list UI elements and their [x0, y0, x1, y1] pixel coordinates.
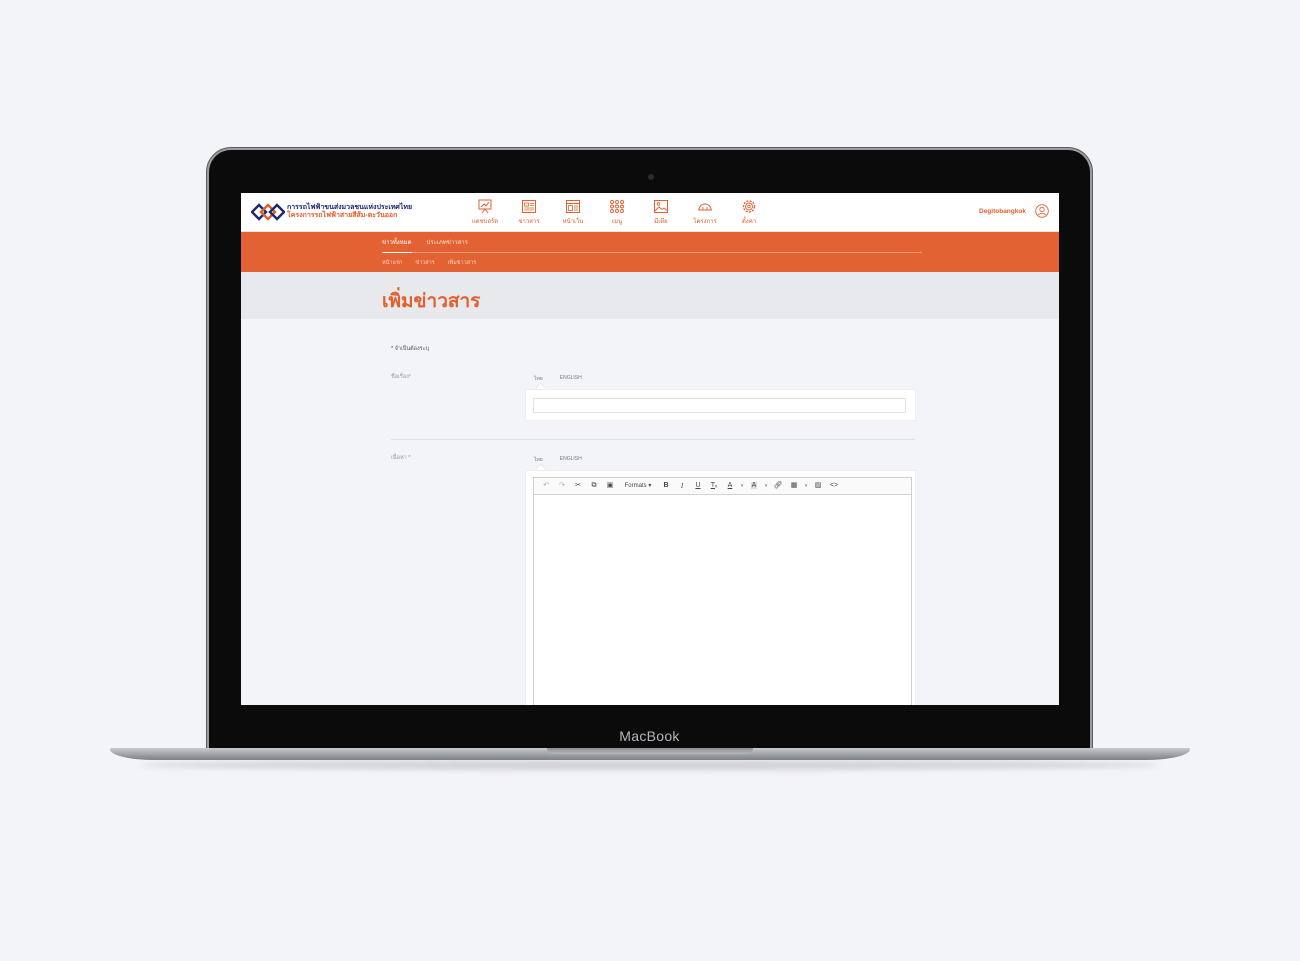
table-icon[interactable]: ▦: [786, 478, 802, 494]
nav-item-project[interactable]: โครงการ: [683, 199, 727, 229]
chevron-down-icon[interactable]: ▾: [802, 478, 810, 494]
webpage-icon: [566, 200, 580, 213]
breadcrumb-home[interactable]: หน้าแรก: [382, 259, 402, 267]
tab-news-category[interactable]: ประเภทข่าวสาร: [427, 237, 468, 253]
breadcrumb-current: เพิ่มข่าวสาร: [447, 260, 477, 266]
laptop-base: [110, 748, 1190, 760]
image-icon[interactable]: ▨: [810, 478, 826, 494]
tab-lang-thai[interactable]: ไทย: [534, 456, 543, 464]
news-icon: [522, 200, 536, 213]
formats-label: Formats: [624, 483, 647, 489]
org-name: การรถไฟฟ้าขนส่งมวลชนแห่งประเทศไทย โครงกา…: [287, 204, 412, 220]
org-name-line1: การรถไฟฟ้าขนส่งมวลชนแห่งประเทศไทย: [287, 204, 413, 211]
copy-icon[interactable]: ⧉: [586, 478, 602, 494]
undo-icon[interactable]: ↶: [538, 478, 554, 494]
underline-icon[interactable]: U: [690, 478, 706, 494]
title-label: ชื่อเรื่อง*: [391, 374, 411, 380]
logo-icon[interactable]: [251, 203, 285, 221]
italic-icon[interactable]: I: [674, 478, 690, 494]
nav-label: แดชบอร์ด: [471, 219, 499, 225]
background-color-icon[interactable]: A: [746, 478, 762, 494]
user-avatar-icon[interactable]: [1035, 204, 1049, 218]
content-panel: ↶ ↷ ✂ ⧉ ▣ Formats ▾ B I U Tₓ A ▾ A ▾ 🔗︎ …: [525, 470, 916, 705]
project-icon: [698, 203, 712, 211]
editor-toolbar: ↶ ↷ ✂ ⧉ ▣ Formats ▾ B I U Tₓ A ▾ A ▾ 🔗︎ …: [534, 478, 911, 495]
screen: การรถไฟฟ้าขนส่งมวลชนแห่งประเทศไทย โครงกา…: [241, 193, 1059, 705]
user-name[interactable]: Degitobangkok: [979, 208, 1026, 215]
sub-header: ข่าวทั้งหมด ประเภทข่าวสาร หน้าแรก ข่าวสา…: [241, 232, 1059, 272]
sub-header-divider: [382, 252, 922, 253]
nav-item-settings[interactable]: ตั้งค่า: [727, 199, 771, 229]
camera: [648, 174, 654, 180]
link-icon[interactable]: 🔗︎: [770, 478, 786, 494]
menu-grid-icon: [610, 200, 624, 213]
nav-item-news[interactable]: ข่าวสาร: [507, 199, 551, 229]
title-input[interactable]: [533, 398, 906, 413]
content-lang-tabs: ไทย ENGLISH: [534, 456, 599, 464]
breadcrumb-news[interactable]: ข่าวสาร: [415, 259, 434, 267]
chevron-down-icon[interactable]: ▾: [738, 478, 746, 494]
main-nav: แดชบอร์ด ข่าวสาร หน้าเว็บ เมนู มีเดีย โค…: [463, 199, 771, 229]
nav-label: มีเดีย: [654, 219, 668, 225]
settings-icon: [742, 200, 756, 213]
tab-lang-english[interactable]: ENGLISH: [560, 456, 582, 464]
text-color-icon[interactable]: A: [722, 478, 738, 494]
editor-body[interactable]: [534, 495, 911, 705]
top-bar: การรถไฟฟ้าขนส่งมวลชนแห่งประเทศไทย โครงกา…: [241, 193, 1059, 232]
sub-tabs: ข่าวทั้งหมด ประเภทข่าวสาร: [382, 237, 483, 253]
media-icon: [654, 200, 668, 213]
nav-label: โครงการ: [693, 219, 717, 225]
title-band: เพิ่มข่าวสาร: [241, 272, 1059, 319]
nav-item-menu[interactable]: เมนู: [595, 199, 639, 229]
rich-text-editor: ↶ ↷ ✂ ⧉ ▣ Formats ▾ B I U Tₓ A ▾ A ▾ 🔗︎ …: [533, 477, 912, 705]
nav-label: ตั้งค่า: [741, 219, 757, 225]
content-label: เนื้อหา *: [391, 455, 411, 461]
source-code-icon[interactable]: <>: [826, 478, 842, 494]
laptop-shadow: [140, 760, 1160, 770]
laptop-notch: [547, 748, 753, 754]
tab-lang-english[interactable]: ENGLISH: [560, 375, 582, 383]
formats-dropdown[interactable]: Formats ▾: [618, 478, 658, 494]
page-title: เพิ่มข่าวสาร: [382, 291, 481, 312]
section-divider: [391, 439, 915, 440]
chevron-down-icon[interactable]: ▾: [762, 478, 770, 494]
clear-format-icon[interactable]: Tₓ: [706, 478, 722, 494]
breadcrumb: หน้าแรก ข่าวสาร เพิ่มข่าวสาร: [382, 259, 489, 267]
title-panel: [525, 389, 916, 421]
nav-item-dashboard[interactable]: แดชบอร์ด: [463, 199, 507, 229]
redo-icon[interactable]: ↷: [554, 478, 570, 494]
nav-item-media[interactable]: มีเดีย: [639, 199, 683, 229]
nav-label: หน้าเว็บ: [562, 219, 584, 225]
nav-item-webpage[interactable]: หน้าเว็บ: [551, 199, 595, 229]
device-brand: MacBook: [619, 728, 680, 744]
paste-icon[interactable]: ▣: [602, 478, 618, 494]
tab-lang-thai[interactable]: ไทย: [534, 375, 543, 383]
tab-all-news[interactable]: ข่าวทั้งหมด: [382, 237, 412, 253]
dashboard-icon: [478, 199, 492, 214]
nav-label: ข่าวสาร: [518, 219, 540, 225]
bold-icon[interactable]: B: [658, 478, 674, 494]
required-note: * จำเป็นต้องระบุ: [391, 346, 430, 352]
nav-label: เมนู: [611, 219, 623, 225]
org-name-line2: โครงการรถไฟฟ้าสายสีส้ม-ตะวันออก: [287, 212, 398, 219]
title-lang-tabs: ไทย ENGLISH: [534, 375, 599, 383]
cut-icon[interactable]: ✂: [570, 478, 586, 494]
